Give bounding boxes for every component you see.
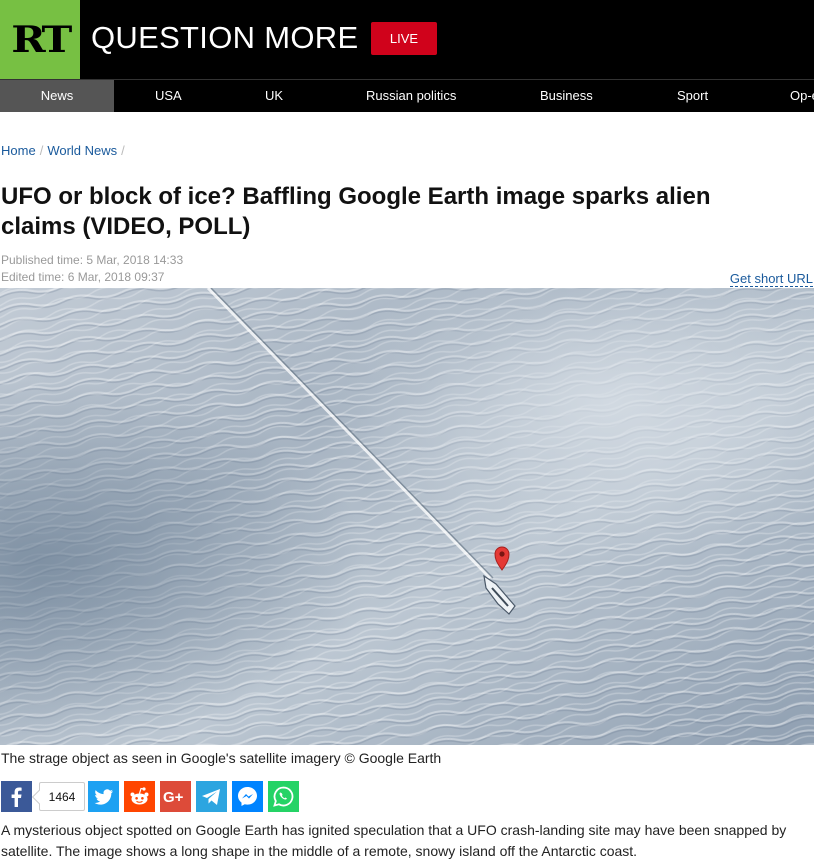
google-plus-icon: G+ <box>163 789 184 806</box>
satellite-image <box>0 288 814 745</box>
whatsapp-share-button[interactable] <box>268 781 299 812</box>
messenger-share-button[interactable] <box>232 781 263 812</box>
breadcrumb-separator: / <box>121 143 125 158</box>
article-lead-paragraph: A mysterious object spotted on Google Ea… <box>1 822 787 859</box>
reddit-share-button[interactable] <box>124 781 155 812</box>
breadcrumb-world-news[interactable]: World News <box>47 143 117 158</box>
google-plus-share-button[interactable]: G+ <box>160 781 191 812</box>
breadcrumb-separator: / <box>39 143 44 158</box>
published-time: Published time: 5 Mar, 2018 14:33 <box>1 253 184 267</box>
telegram-icon <box>202 789 220 805</box>
nav-item-news[interactable]: News <box>0 80 114 112</box>
image-caption: The strage object as seen in Google's sa… <box>1 750 442 766</box>
nav-item-uk[interactable]: UK <box>265 80 283 112</box>
facebook-icon <box>11 787 22 807</box>
facebook-share-button[interactable] <box>1 781 32 812</box>
svg-text:G+: G+ <box>163 789 184 806</box>
main-nav: News USA UK Russian politics Business Sp… <box>0 79 814 112</box>
nav-item-business[interactable]: Business <box>540 80 593 112</box>
twitter-share-button[interactable] <box>88 781 119 812</box>
breadcrumb-home[interactable]: Home <box>1 143 36 158</box>
messenger-icon <box>238 787 257 806</box>
slogan: QUESTION MORE <box>91 20 359 55</box>
nav-item-usa[interactable]: USA <box>155 80 182 112</box>
whatsapp-icon <box>273 786 294 807</box>
twitter-icon <box>94 789 113 805</box>
edited-time: Edited time: 6 Mar, 2018 09:37 <box>1 270 165 284</box>
article-title: UFO or block of ice? Baffling Google Ear… <box>1 183 711 240</box>
nav-item-sport[interactable]: Sport <box>677 80 708 112</box>
get-short-url-link[interactable]: Get short URL <box>729 271 813 287</box>
site-header: RT QUESTION MORE LIVE <box>0 0 814 79</box>
nav-item-op-ed[interactable]: Op-e <box>790 80 814 112</box>
breadcrumb: Home / World News / <box>1 143 129 158</box>
logo-text: RT <box>11 18 72 61</box>
rt-logo[interactable]: RT <box>0 0 80 79</box>
reddit-icon <box>130 787 149 805</box>
nav-item-russian-politics[interactable]: Russian politics <box>366 80 456 112</box>
share-count: 1464 <box>39 782 85 811</box>
telegram-share-button[interactable] <box>196 781 227 812</box>
live-button[interactable]: LIVE <box>371 22 437 55</box>
article-image[interactable] <box>0 288 814 745</box>
